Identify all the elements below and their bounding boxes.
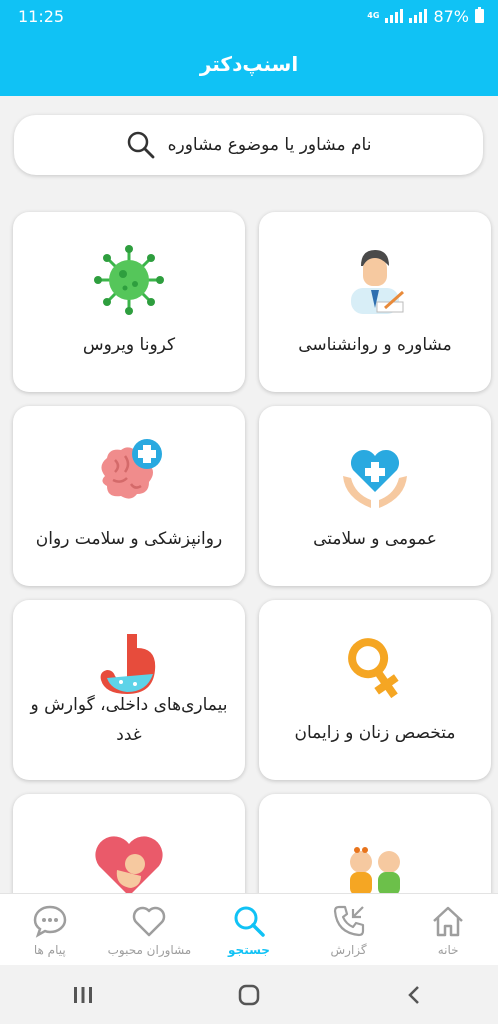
signal-icon [385,9,404,23]
status-bar: 11:25 4G 87% [0,0,498,32]
nav-home[interactable]: خانه [398,894,498,965]
battery-percent: 87% [433,6,469,26]
category-card-psychiatry[interactable]: روانپزشکی و سلامت روان [13,406,245,586]
status-time: 11:25 [18,6,65,26]
nav-favorites[interactable]: مشاوران محبوب [100,894,200,965]
app-title: اسنپ‌دکتر [199,52,299,76]
category-card-internal[interactable]: بیماری‌های داخلی، گوارش و غدد [13,600,245,780]
app-bar: اسنپ‌دکتر [0,32,498,96]
nav-label: گزارش [330,942,367,957]
status-indicators: 4G 87% [367,7,484,26]
category-label: روانپزشکی و سلامت روان [35,529,223,549]
babies-icon [350,847,400,896]
search-placeholder: نام مشاور یا موضوع مشاوره [167,135,372,155]
virus-icon [94,245,164,315]
battery-icon [475,7,484,23]
bottom-navigation: پیام ها مشاوران محبوب جستجو گزارش خانه [0,893,498,965]
search-icon [127,131,154,159]
category-card-corona[interactable]: کرونا ویروس [13,212,245,392]
category-label: مشاوره و روانشناسی [298,335,452,355]
female-symbol-icon [348,638,399,699]
heart-icon [133,906,166,936]
network-type: 4G [367,11,380,20]
category-label: عمومی و سلامتی [313,529,437,549]
nav-messages[interactable]: پیام ها [0,894,100,965]
signal-icon-2 [409,9,428,23]
heart-hands-icon [343,449,407,508]
system-navigation-bar [0,965,498,1024]
category-card-general[interactable]: عمومی و سلامتی [259,406,491,586]
nav-label: مشاوران محبوب [107,942,192,957]
category-label: کرونا ویروس [82,335,176,355]
nav-label: خانه [437,942,459,957]
category-card-counseling[interactable]: مشاوره و روانشناسی [259,212,491,392]
brain-icon [101,439,162,499]
nav-label: جستجو [228,942,270,957]
category-card-gynecology[interactable]: متخصص زنان و زایمان [259,600,491,780]
nav-reports[interactable]: گزارش [299,894,399,965]
search-icon [234,906,265,937]
phone-incoming-icon [333,905,364,936]
home-icon [433,906,464,936]
search-bar[interactable]: نام مشاور یا موضوع مشاوره [14,115,483,175]
category-label: متخصص زنان و زایمان [294,723,456,743]
category-label: بیماری‌های داخلی، گوارش و غدد [30,695,228,745]
fetus-heart-icon [95,836,163,896]
home-button-icon[interactable] [235,981,263,1009]
counselor-icon [351,250,404,314]
back-icon[interactable] [401,981,429,1009]
chat-icon [33,905,67,938]
recent-apps-icon[interactable] [69,981,97,1009]
nav-search[interactable]: جستجو [199,894,299,965]
nav-label: پیام ها [33,942,66,957]
